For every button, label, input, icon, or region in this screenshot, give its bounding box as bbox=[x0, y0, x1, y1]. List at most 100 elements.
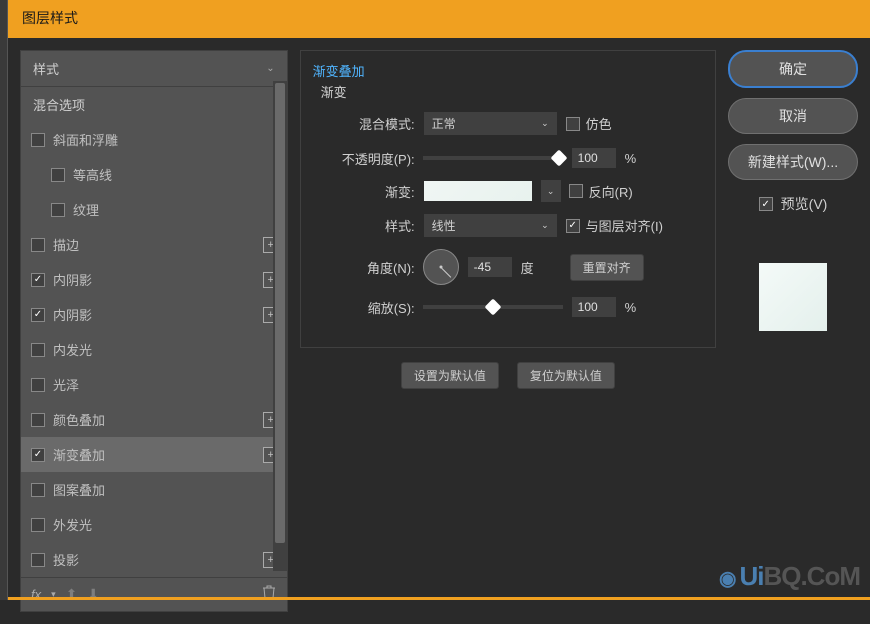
watermark-icon: ◉ bbox=[719, 568, 735, 590]
reverse-checkbox[interactable]: 反向(R) bbox=[569, 182, 633, 201]
set-default-button[interactable]: 设置为默认值 bbox=[401, 362, 499, 389]
style-item-label: 外发光 bbox=[53, 515, 92, 534]
opacity-unit: % bbox=[625, 151, 637, 166]
move-down-icon[interactable]: ⬇ bbox=[87, 586, 99, 603]
style-checkbox[interactable] bbox=[31, 553, 45, 567]
preview-box bbox=[728, 232, 858, 362]
angle-row: 角度(N): 度 重置对齐 bbox=[315, 249, 701, 285]
styles-footer: fx▾ ⬆ ⬇ bbox=[21, 577, 287, 611]
style-checkbox[interactable] bbox=[51, 168, 65, 182]
scale-slider-thumb[interactable] bbox=[484, 299, 501, 316]
dither-checkbox[interactable]: 仿色 bbox=[566, 114, 612, 133]
scale-label: 缩放(S): bbox=[315, 298, 415, 317]
gradient-picker-dropdown[interactable]: ⌄ bbox=[541, 180, 561, 202]
dialog-body: 样式 ⌄ 混合选项 斜面和浮雕等高线纹理描边+内阴影+内阴影+内发光光泽颜色叠加… bbox=[8, 38, 870, 624]
style-item-label: 投影 bbox=[53, 550, 79, 569]
style-checkbox[interactable] bbox=[31, 378, 45, 392]
blend-mode-dropdown[interactable]: 正常 ⌄ bbox=[423, 111, 558, 136]
style-checkbox[interactable] bbox=[31, 343, 45, 357]
style-item-label: 纹理 bbox=[73, 200, 99, 219]
gradient-swatch[interactable] bbox=[423, 180, 533, 202]
style-item-label: 内阴影 bbox=[53, 270, 92, 289]
scrollbar[interactable] bbox=[273, 81, 287, 571]
chevron-down-icon: ⌄ bbox=[541, 118, 549, 129]
new-style-button[interactable]: 新建样式(W)... bbox=[728, 144, 858, 180]
opacity-input[interactable] bbox=[571, 147, 617, 169]
gradient-row: 渐变: ⌄ 反向(R) bbox=[315, 180, 701, 202]
opacity-slider[interactable] bbox=[423, 156, 563, 160]
blending-options-label: 混合选项 bbox=[33, 95, 85, 114]
style-item-label: 内发光 bbox=[53, 340, 92, 359]
blend-mode-value: 正常 bbox=[432, 115, 456, 132]
style-checkbox[interactable] bbox=[31, 448, 45, 462]
default-buttons-row: 设置为默认值 复位为默认值 bbox=[300, 362, 716, 389]
styles-panel: 样式 ⌄ 混合选项 斜面和浮雕等高线纹理描边+内阴影+内阴影+内发光光泽颜色叠加… bbox=[20, 50, 288, 612]
style-item-label: 斜面和浮雕 bbox=[53, 130, 118, 149]
style-item-label: 图案叠加 bbox=[53, 480, 105, 499]
style-item-8[interactable]: 颜色叠加+ bbox=[21, 402, 287, 437]
style-label: 样式: bbox=[315, 216, 415, 235]
scrollbar-thumb[interactable] bbox=[275, 83, 285, 543]
reverse-label: 反向(R) bbox=[589, 182, 633, 201]
ok-button[interactable]: 确定 bbox=[728, 50, 858, 88]
blend-mode-row: 混合模式: 正常 ⌄ 仿色 bbox=[315, 111, 701, 136]
center-panel: 渐变叠加 渐变 混合模式: 正常 ⌄ 仿色 不透明度(P): % bbox=[300, 50, 716, 612]
align-checkbox[interactable]: 与图层对齐(I) bbox=[566, 216, 663, 235]
opacity-slider-thumb[interactable] bbox=[550, 150, 567, 167]
cancel-button[interactable]: 取消 bbox=[728, 98, 858, 134]
chevron-down-icon[interactable]: ⌄ bbox=[266, 63, 274, 74]
align-chk-box bbox=[566, 219, 580, 233]
angle-input[interactable] bbox=[467, 256, 513, 278]
reverse-chk-box bbox=[569, 184, 583, 198]
gradient-overlay-group: 渐变叠加 渐变 混合模式: 正常 ⌄ 仿色 不透明度(P): % bbox=[300, 50, 716, 348]
style-item-12[interactable]: 投影+ bbox=[21, 542, 287, 577]
chevron-down-icon: ⌄ bbox=[541, 220, 549, 231]
style-checkbox[interactable] bbox=[31, 413, 45, 427]
style-item-10[interactable]: 图案叠加 bbox=[21, 472, 287, 507]
vertical-ruler bbox=[0, 0, 8, 600]
group-title: 渐变叠加 bbox=[313, 61, 701, 80]
right-panel: 确定 取消 新建样式(W)... 预览(V) bbox=[728, 50, 858, 612]
style-item-2[interactable]: 纹理 bbox=[21, 192, 287, 227]
scale-slider[interactable] bbox=[423, 305, 563, 309]
style-checkbox[interactable] bbox=[51, 203, 65, 217]
style-checkbox[interactable] bbox=[31, 518, 45, 532]
style-checkbox[interactable] bbox=[31, 133, 45, 147]
align-label: 与图层对齐(I) bbox=[586, 216, 663, 235]
style-item-7[interactable]: 光泽 bbox=[21, 367, 287, 402]
style-item-11[interactable]: 外发光 bbox=[21, 507, 287, 542]
style-row: 样式: 线性 ⌄ 与图层对齐(I) bbox=[315, 213, 701, 238]
style-item-label: 渐变叠加 bbox=[53, 445, 105, 464]
style-item-1[interactable]: 等高线 bbox=[21, 157, 287, 192]
style-item-9[interactable]: 渐变叠加+ bbox=[21, 437, 287, 472]
opacity-label: 不透明度(P): bbox=[315, 149, 415, 168]
style-item-0[interactable]: 斜面和浮雕 bbox=[21, 122, 287, 157]
angle-dial[interactable] bbox=[423, 249, 459, 285]
style-item-3[interactable]: 描边+ bbox=[21, 227, 287, 262]
style-item-label: 描边 bbox=[53, 235, 79, 254]
trash-icon[interactable] bbox=[261, 584, 277, 605]
style-item-label: 光泽 bbox=[53, 375, 79, 394]
style-checkbox[interactable] bbox=[31, 483, 45, 497]
opacity-row: 不透明度(P): % bbox=[315, 147, 701, 169]
style-item-6[interactable]: 内发光 bbox=[21, 332, 287, 367]
scale-input[interactable] bbox=[571, 296, 617, 318]
style-item-5[interactable]: 内阴影+ bbox=[21, 297, 287, 332]
blending-options-item[interactable]: 混合选项 bbox=[21, 87, 287, 122]
dither-label: 仿色 bbox=[586, 114, 612, 133]
move-up-icon[interactable]: ⬆ bbox=[66, 586, 78, 603]
reset-align-button[interactable]: 重置对齐 bbox=[570, 254, 644, 281]
angle-label: 角度(N): bbox=[315, 258, 415, 277]
style-list: 混合选项 斜面和浮雕等高线纹理描边+内阴影+内阴影+内发光光泽颜色叠加+渐变叠加… bbox=[21, 87, 287, 577]
style-checkbox[interactable] bbox=[31, 273, 45, 287]
styles-header[interactable]: 样式 ⌄ bbox=[21, 51, 287, 87]
style-dropdown[interactable]: 线性 ⌄ bbox=[423, 213, 558, 238]
style-value: 线性 bbox=[432, 217, 456, 234]
style-item-4[interactable]: 内阴影+ bbox=[21, 262, 287, 297]
reset-default-button[interactable]: 复位为默认值 bbox=[517, 362, 615, 389]
angle-unit: 度 bbox=[521, 258, 534, 277]
style-checkbox[interactable] bbox=[31, 308, 45, 322]
preview-checkbox[interactable]: 预览(V) bbox=[728, 194, 858, 214]
style-checkbox[interactable] bbox=[31, 238, 45, 252]
preview-label: 预览(V) bbox=[781, 194, 828, 214]
